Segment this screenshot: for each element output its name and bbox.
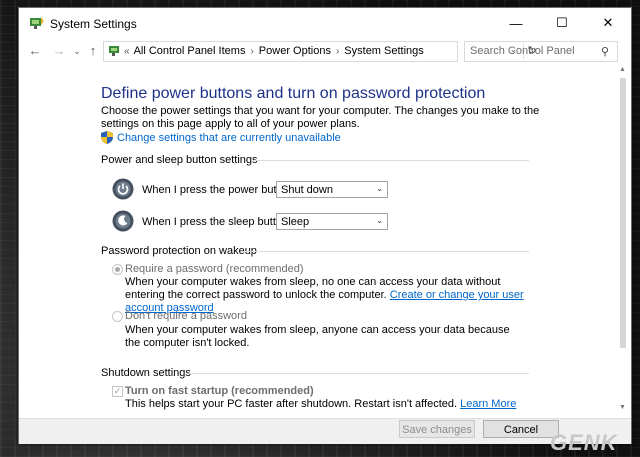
require-password-radio[interactable]: [112, 264, 123, 275]
sleep-button-select[interactable]: Sleep ⌄: [276, 213, 388, 230]
change-unavailable-settings-link[interactable]: Change settings that are currently unava…: [101, 131, 341, 144]
scroll-down-icon[interactable]: ▼: [619, 404, 626, 411]
up-arrow-icon[interactable]: ↑: [83, 42, 103, 60]
scrollbar-thumb[interactable]: [620, 78, 626, 348]
search-box[interactable]: ⚲: [464, 41, 618, 62]
window-title: System Settings: [50, 17, 137, 31]
scroll-up-icon[interactable]: ▲: [619, 66, 626, 73]
power-button-label: When I press the power button:: [142, 184, 295, 196]
watermark-text: GENK: [550, 430, 618, 455]
section-shutdown-title: Shutdown settings: [101, 367, 191, 379]
learn-more-link[interactable]: Learn More: [460, 398, 516, 410]
search-icon[interactable]: ⚲: [601, 45, 609, 58]
minimize-button[interactable]: —: [493, 8, 539, 38]
genk-watermark-logo: GENK: [530, 430, 630, 455]
no-password-description: When your computer wakes from sleep, any…: [125, 324, 510, 349]
maximize-button[interactable]: ☐: [539, 8, 585, 38]
uac-shield-icon: [101, 131, 113, 144]
power-button-selected-value: Shut down: [281, 184, 333, 196]
fast-startup-desc-text: This helps start your PC faster after sh…: [125, 398, 458, 410]
forward-arrow-icon[interactable]: →: [49, 42, 69, 60]
change-unavailable-settings-text[interactable]: Change settings that are currently unava…: [117, 132, 341, 144]
sleep-button-selected-value: Sleep: [281, 216, 310, 228]
vertical-scrollbar[interactable]: ▲ ▼: [615, 64, 631, 418]
main-content: Define power buttons and turn on passwor…: [19, 64, 615, 418]
system-settings-window: System Settings — ☐ ✕ ← → ⌄ ↑ « All Contr…: [18, 7, 632, 444]
fast-startup-checkbox[interactable]: ✓: [112, 386, 123, 397]
section-divider: [189, 373, 529, 374]
fast-startup-label: Turn on fast startup (recommended): [125, 385, 314, 397]
page-intro: Choose the power settings that you want …: [101, 105, 540, 130]
breadcrumb-overflow-icon[interactable]: «: [124, 46, 130, 57]
section-power-sleep-title: Power and sleep button settings: [101, 154, 258, 166]
section-divider: [253, 160, 529, 161]
require-password-label: Require a password (recommended): [125, 263, 304, 275]
breadcrumb[interactable]: « All Control Panel Items › Power Options › S…: [103, 41, 537, 62]
sleep-button-label: When I press the sleep button:: [142, 216, 292, 228]
close-button[interactable]: ✕: [585, 8, 631, 38]
breadcrumb-path: « All Control Panel Items › Power Options › S…: [124, 45, 424, 57]
search-input[interactable]: [470, 43, 595, 58]
title-bar: System Settings — ☐ ✕: [19, 8, 631, 38]
power-button-icon: [112, 178, 134, 200]
sleep-button-icon: [112, 210, 134, 232]
page-title: Define power buttons and turn on passwor…: [101, 85, 486, 102]
back-arrow-icon[interactable]: ←: [25, 42, 45, 60]
breadcrumb-item-system-settings[interactable]: System Settings: [344, 45, 423, 57]
breadcrumb-separator-icon[interactable]: ›: [250, 46, 253, 57]
breadcrumb-separator-icon[interactable]: ›: [336, 46, 339, 57]
breadcrumb-item-all-control-panel-items[interactable]: All Control Panel Items: [134, 45, 246, 57]
power-button-select[interactable]: Shut down ⌄: [276, 181, 388, 198]
section-divider: [241, 251, 529, 252]
fast-startup-description: This helps start your PC faster after sh…: [125, 398, 565, 411]
no-password-label: Don't require a password: [125, 310, 247, 322]
save-changes-button[interactable]: Save changes: [399, 420, 475, 438]
no-password-radio[interactable]: [112, 311, 123, 322]
chevron-down-icon: ⌄: [376, 216, 383, 225]
chevron-down-icon: ⌄: [376, 184, 383, 193]
breadcrumb-item-power-options[interactable]: Power Options: [259, 45, 331, 57]
power-options-app-icon: [30, 17, 44, 29]
section-password-title: Password protection on wakeup: [101, 245, 257, 257]
address-bar: ← → ⌄ ↑ «All Control Panel Items › Power O…: [19, 38, 631, 64]
control-panel-icon: [109, 46, 119, 56]
